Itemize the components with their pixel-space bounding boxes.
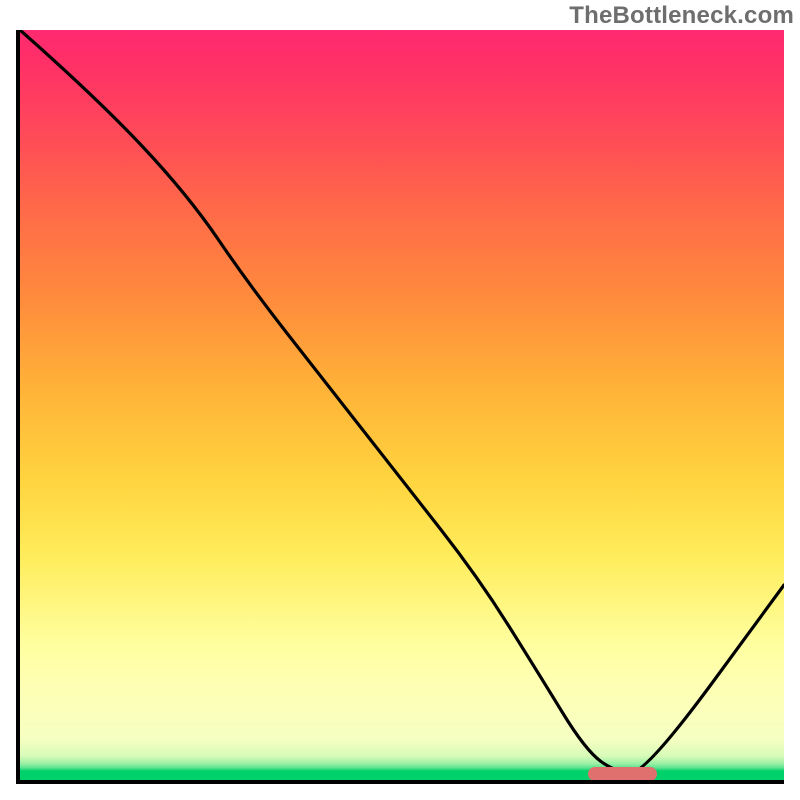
curve-path bbox=[20, 30, 784, 773]
bottleneck-curve bbox=[20, 30, 784, 780]
chart-area bbox=[16, 30, 784, 784]
watermark-text: TheBottleneck.com bbox=[569, 2, 794, 30]
optimal-range-marker bbox=[588, 767, 657, 781]
